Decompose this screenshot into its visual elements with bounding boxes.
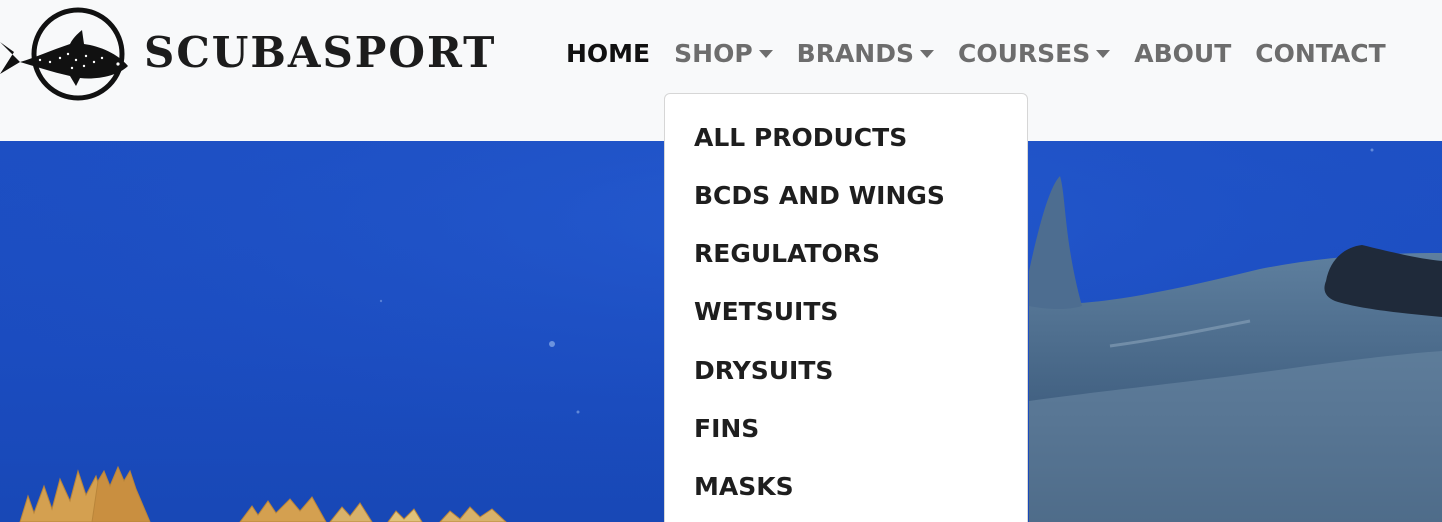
whale-shark-icon [0,7,128,101]
nav-courses-label: COURSES [958,38,1091,68]
shop-dropdown-menu: ALL PRODUCTS BCDS AND WINGS REGULATORS W… [664,93,1028,522]
nav-courses-dropdown-toggle[interactable]: COURSES [958,38,1111,68]
nav-home[interactable]: HOME [566,39,650,68]
brand-name: SCUBASPORT [144,28,497,77]
brand[interactable]: SCUBASPORT [0,6,520,102]
dropdown-item-regulators[interactable]: REGULATORS [694,238,880,270]
caret-down-icon [920,50,934,58]
dropdown-item-wetsuits[interactable]: WETSUITS [694,296,838,328]
dropdown-item-masks[interactable]: MASKS [694,471,794,503]
nav-contact-label: CONTACT [1255,38,1386,68]
nav-links: HOME SHOP BRANDS COURSES ABOUT CONTACT [566,34,1386,72]
dropdown-item-bcds-and-wings[interactable]: BCDS AND WINGS [694,180,945,212]
nav-about[interactable]: ABOUT [1134,39,1231,68]
nav-shop-label: SHOP [674,38,753,68]
caret-down-icon [1096,50,1111,58]
nav-home-label: HOME [566,38,651,68]
nav-shop-dropdown-toggle[interactable]: SHOP [674,39,773,68]
nav-brands-label: BRANDS [796,38,914,68]
caret-down-icon [758,50,773,58]
nav-brands-dropdown-toggle[interactable]: BRANDS [797,39,934,68]
nav-about-label: ABOUT [1134,38,1232,68]
dropdown-item-fins[interactable]: FINS [694,413,759,445]
page: SCUBASPORT HOME SHOP BRANDS COURSES ABOU… [0,0,1442,522]
dropdown-item-drysuits[interactable]: DRYSUITS [694,355,833,387]
dropdown-item-all-products[interactable]: ALL PRODUCTS [694,122,907,154]
nav-contact[interactable]: CONTACT [1255,39,1385,68]
